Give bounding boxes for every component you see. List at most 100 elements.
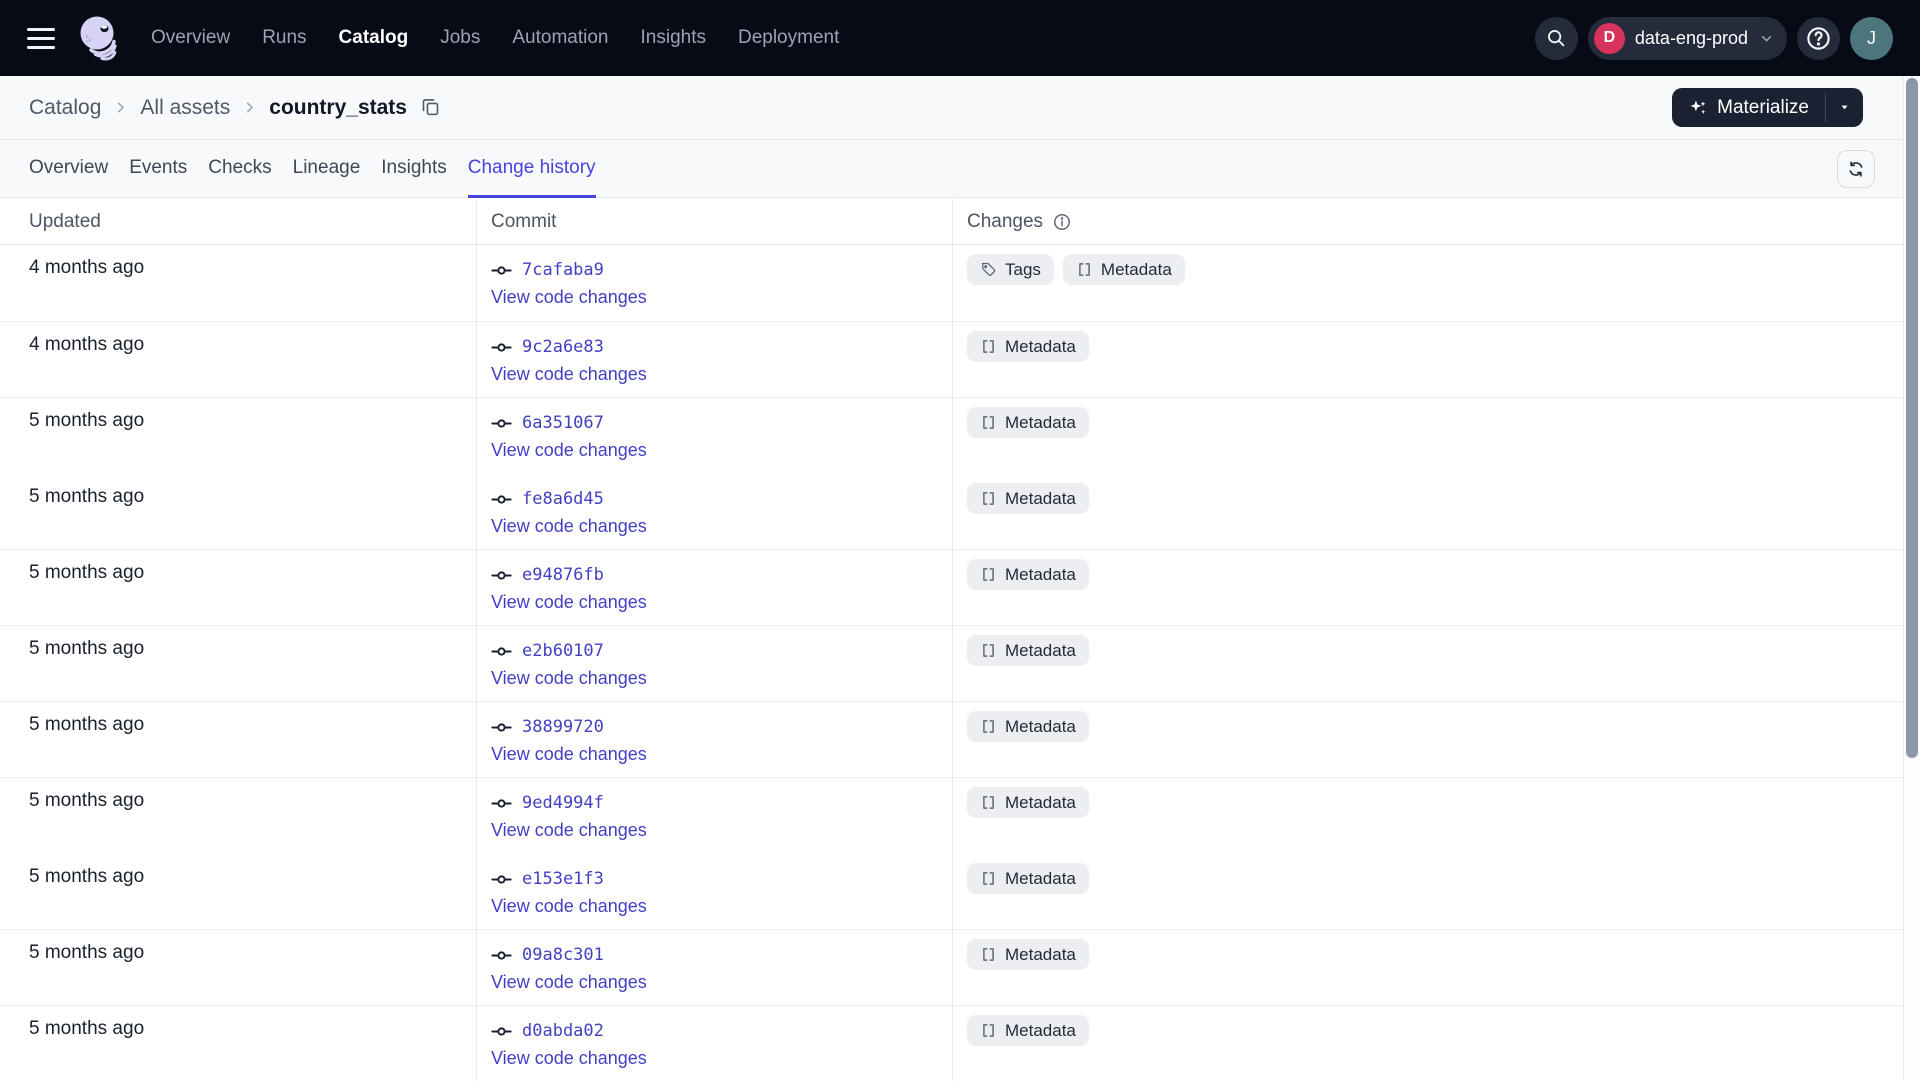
view-code-changes-link[interactable]: View code changes (491, 820, 647, 841)
column-header-changes: Changes (952, 199, 1903, 244)
brackets-icon (980, 490, 997, 507)
changes-cell: Metadata (952, 322, 1903, 397)
help-icon (1805, 25, 1832, 52)
nav-item-overview[interactable]: Overview (151, 27, 230, 49)
user-avatar[interactable]: J (1850, 16, 1893, 60)
view-code-changes-link[interactable]: View code changes (491, 516, 647, 537)
commit-icon (491, 260, 512, 281)
nav-item-insights[interactable]: Insights (641, 27, 706, 49)
nav-item-deployment[interactable]: Deployment (738, 27, 839, 49)
change-history-row: 5 months ago d0abda02 View code changes … (0, 1005, 1903, 1081)
materialize-options-button[interactable] (1826, 88, 1863, 127)
change-history-row: 5 months ago 6a351067 View code changes … (0, 397, 1903, 473)
column-header-updated: Updated (29, 210, 101, 232)
scrollbar-thumb[interactable] (1906, 78, 1918, 758)
updated-at: 5 months ago (29, 638, 145, 659)
commit-hash-link[interactable]: 9ed4994f (522, 793, 604, 813)
view-code-changes-link[interactable]: View code changes (491, 287, 647, 308)
commit-icon (491, 945, 512, 966)
commit-hash-link[interactable]: 9c2a6e83 (522, 337, 604, 357)
updated-at: 5 months ago (29, 714, 145, 735)
metadata-badge: Metadata (967, 711, 1089, 742)
commit-hash-link[interactable]: 38899720 (522, 717, 604, 737)
brackets-icon (980, 414, 997, 431)
changes-cell: Metadata (952, 854, 1903, 929)
changes-cell: Metadata (952, 930, 1903, 1005)
nav-item-jobs[interactable]: Jobs (440, 27, 480, 49)
commit-icon (491, 793, 512, 814)
table-header-row: Updated Commit Changes (0, 199, 1903, 245)
metadata-badge: Metadata (1062, 254, 1185, 285)
tab-change-history[interactable]: Change history (467, 157, 596, 198)
view-code-changes-link[interactable]: View code changes (491, 592, 647, 613)
commit-hash-link[interactable]: 7cafaba9 (522, 260, 604, 280)
view-code-changes-link[interactable]: View code changes (491, 744, 647, 765)
brackets-icon (980, 946, 997, 963)
metadata-badge: Metadata (967, 407, 1089, 438)
metadata-badge: Metadata (967, 863, 1089, 894)
sparkles-icon (1688, 98, 1708, 118)
changes-cell: Metadata (952, 778, 1903, 853)
view-code-changes-link[interactable]: View code changes (491, 364, 647, 385)
info-icon[interactable] (1052, 212, 1072, 232)
changes-cell: Metadata (952, 550, 1903, 625)
tab-checks[interactable]: Checks (208, 157, 271, 198)
change-history-row: 5 months ago 38899720 View code changes … (0, 701, 1903, 777)
caret-down-icon (1838, 101, 1851, 114)
nav-item-runs[interactable]: Runs (262, 27, 306, 49)
chevron-right-icon (112, 99, 129, 116)
updated-at: 5 months ago (29, 486, 145, 507)
dagster-logo-icon (75, 13, 123, 63)
view-code-changes-link[interactable]: View code changes (491, 440, 647, 461)
commit-hash-link[interactable]: d0abda02 (522, 1021, 604, 1041)
help-button[interactable] (1797, 16, 1840, 60)
view-code-changes-link[interactable]: View code changes (491, 668, 647, 689)
commit-hash-link[interactable]: fe8a6d45 (522, 489, 604, 509)
tab-events[interactable]: Events (129, 157, 187, 198)
commit-hash-link[interactable]: e2b60107 (522, 641, 604, 661)
view-code-changes-link[interactable]: View code changes (491, 1048, 647, 1069)
topbar-right-cluster: D data-eng-prod J (1534, 16, 1893, 60)
changes-cell: Tags Metadata (952, 245, 1903, 321)
metadata-badge: Metadata (967, 1015, 1089, 1046)
table-body: 4 months ago 7cafaba9 View code changes … (0, 245, 1903, 1081)
change-history-row: 5 months ago 09a8c301 View code changes … (0, 929, 1903, 1005)
nav-item-automation[interactable]: Automation (512, 27, 608, 49)
metadata-badge: Metadata (967, 331, 1089, 362)
metadata-badge: Metadata (967, 483, 1089, 514)
materialize-button[interactable]: Materialize (1672, 88, 1825, 127)
view-code-changes-link[interactable]: View code changes (491, 896, 647, 917)
brackets-icon (980, 870, 997, 887)
change-history-row: 5 months ago 9ed4994f View code changes … (0, 777, 1903, 853)
refresh-button[interactable] (1837, 150, 1875, 188)
updated-at: 4 months ago (29, 334, 145, 355)
menu-button[interactable] (27, 27, 55, 49)
updated-at: 5 months ago (29, 790, 145, 811)
breadcrumb-catalog-link[interactable]: Catalog (29, 96, 101, 120)
deployment-switcher[interactable]: D data-eng-prod (1587, 16, 1787, 60)
changes-cell: Metadata (952, 1006, 1903, 1081)
changes-cell: Metadata (952, 474, 1903, 549)
metadata-badge: Metadata (967, 787, 1089, 818)
chevron-down-icon (1758, 30, 1775, 47)
commit-hash-link[interactable]: 09a8c301 (522, 945, 604, 965)
tab-lineage[interactable]: Lineage (293, 157, 361, 198)
metadata-badge: Metadata (967, 635, 1089, 666)
brackets-icon (980, 794, 997, 811)
breadcrumb: Catalog All assets country_stats Materia… (0, 76, 1920, 140)
breadcrumb-all-assets-link[interactable]: All assets (140, 96, 230, 120)
metadata-badge: Metadata (967, 559, 1089, 590)
commit-hash-link[interactable]: e153e1f3 (522, 869, 604, 889)
search-button[interactable] (1534, 16, 1578, 60)
tab-overview[interactable]: Overview (29, 157, 108, 198)
commit-hash-link[interactable]: e94876fb (522, 565, 604, 585)
tab-insights[interactable]: Insights (381, 157, 446, 198)
tag-icon (980, 261, 997, 278)
change-history-row: 5 months ago e94876fb View code changes … (0, 549, 1903, 625)
brackets-icon (980, 718, 997, 735)
nav-item-catalog[interactable]: Catalog (339, 27, 409, 49)
copy-asset-name-button[interactable] (420, 96, 441, 120)
changes-cell: Metadata (952, 702, 1903, 777)
view-code-changes-link[interactable]: View code changes (491, 972, 647, 993)
commit-hash-link[interactable]: 6a351067 (522, 413, 604, 433)
